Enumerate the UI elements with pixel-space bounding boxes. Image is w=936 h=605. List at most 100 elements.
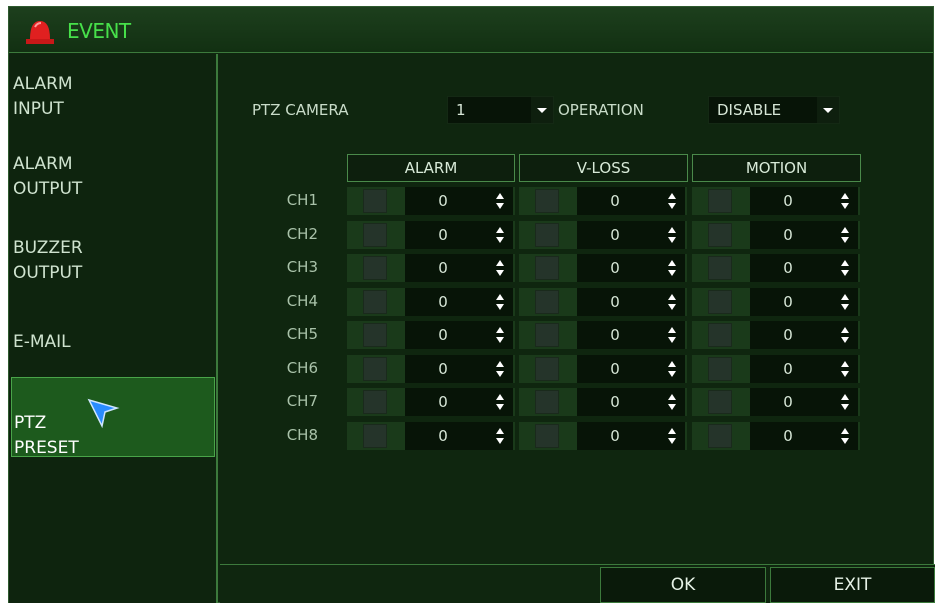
vloss-preset-stepper[interactable]: 0 [577,321,685,349]
up-down-arrows-icon[interactable] [495,191,505,211]
operation-dropdown[interactable]: DISABLE [708,96,840,124]
preset-value: 0 [783,225,793,244]
alarm-checkbox[interactable] [363,189,387,213]
vloss-preset-stepper[interactable]: 0 [577,220,685,249]
vloss-preset-stepper[interactable]: 0 [577,187,685,215]
alarm-checkbox[interactable] [363,323,387,347]
vloss-checkbox[interactable] [535,423,559,448]
up-down-arrows-icon[interactable] [667,325,677,345]
up-down-arrows-icon[interactable] [667,225,677,245]
alarm-preset-stepper[interactable]: 0 [405,220,513,249]
motion-preset-stepper[interactable]: 0 [750,287,858,316]
motion-checkbox[interactable] [708,356,732,381]
exit-button[interactable]: EXIT [770,567,935,603]
preset-value: 0 [783,292,793,311]
vloss-checkbox[interactable] [535,289,559,314]
preset-value: 0 [438,326,448,344]
motion-checkbox[interactable] [708,256,732,280]
up-down-arrows-icon[interactable] [840,258,850,278]
alarm-checkbox[interactable] [363,390,387,414]
up-down-arrows-icon[interactable] [840,292,850,312]
vloss-checkbox[interactable] [535,390,559,414]
motion-checkbox[interactable] [708,289,732,314]
vloss-preset-stepper[interactable]: 0 [577,254,685,282]
motion-preset-stepper[interactable]: 0 [750,388,858,416]
sidebar-item-email[interactable]: E-MAIL [11,330,215,355]
alarm-checkbox[interactable] [363,356,387,381]
motion-preset-stepper[interactable]: 0 [750,321,858,349]
alarm-preset-stepper[interactable]: 0 [405,187,513,215]
motion-preset-stepper[interactable]: 0 [750,421,858,450]
up-down-arrows-icon[interactable] [840,392,850,412]
vloss-preset-stepper[interactable]: 0 [577,287,685,316]
alarm-preset-stepper[interactable]: 0 [405,421,513,450]
up-down-arrows-icon[interactable] [495,225,505,245]
preset-value: 0 [438,259,448,277]
sidebar-item-ptz-preset[interactable]: PTZ PRESET [11,377,215,458]
ptz-camera-dropdown[interactable]: 1 [447,96,554,124]
operation-value: DISABLE [717,101,782,119]
up-down-arrows-icon[interactable] [667,292,677,312]
motion-preset-stepper[interactable]: 0 [750,187,858,215]
sidebar-item-alarm-input[interactable]: ALARM INPUT [11,72,215,122]
up-down-arrows-icon[interactable] [667,191,677,211]
up-down-arrows-icon[interactable] [667,426,677,446]
up-down-arrows-icon[interactable] [667,392,677,412]
sidebar-item-buzzer-output[interactable]: BUZZER OUTPUT [11,236,215,286]
motion-checkbox[interactable] [708,390,732,414]
vloss-checkbox[interactable] [535,189,559,213]
up-down-arrows-icon[interactable] [667,258,677,278]
vloss-checkbox[interactable] [535,222,559,247]
alarm-preset-stepper[interactable]: 0 [405,354,513,383]
alarm-checkbox[interactable] [363,423,387,448]
motion-checkbox[interactable] [708,189,732,213]
motion-checkbox[interactable] [708,423,732,448]
preset-value: 0 [783,326,793,344]
motion-preset-stepper[interactable]: 0 [750,254,858,282]
vloss-preset-stepper[interactable]: 0 [577,354,685,383]
vloss-checkbox[interactable] [535,356,559,381]
bottom-bar: OK EXIT [220,564,935,603]
motion-preset-stepper[interactable]: 0 [750,354,858,383]
up-down-arrows-icon[interactable] [495,325,505,345]
vloss-preset-stepper[interactable]: 0 [577,388,685,416]
alarm-checkbox[interactable] [363,256,387,280]
up-down-arrows-icon[interactable] [495,258,505,278]
ok-button[interactable]: OK [600,567,766,603]
column-header-motion: MOTION [692,154,861,182]
alarm-checkbox[interactable] [363,289,387,314]
channel-label: CH1 [286,191,318,209]
vloss-preset-stepper[interactable]: 0 [577,421,685,450]
sidebar-item-alarm-output[interactable]: ALARM OUTPUT [11,152,215,202]
motion-preset-stepper[interactable]: 0 [750,220,858,249]
vloss-checkbox[interactable] [535,256,559,280]
up-down-arrows-icon[interactable] [840,426,850,446]
alarm-preset-stepper[interactable]: 0 [405,254,513,282]
up-down-arrows-icon[interactable] [495,426,505,446]
alarm-preset-stepper[interactable]: 0 [405,287,513,316]
preset-value: 0 [438,359,448,378]
motion-checkbox[interactable] [708,323,732,347]
preset-value: 0 [783,259,793,277]
up-down-arrows-icon[interactable] [840,359,850,379]
preset-value: 0 [610,326,620,344]
alarm-preset-stepper[interactable]: 0 [405,321,513,349]
up-down-arrows-icon[interactable] [840,225,850,245]
up-down-arrows-icon[interactable] [495,292,505,312]
up-down-arrows-icon[interactable] [495,392,505,412]
up-down-arrows-icon[interactable] [840,325,850,345]
channel-label: CH8 [286,425,318,444]
preset-value: 0 [610,292,620,311]
up-down-arrows-icon[interactable] [840,191,850,211]
vloss-checkbox[interactable] [535,323,559,347]
up-down-arrows-icon[interactable] [667,359,677,379]
preset-value: 0 [783,426,793,445]
motion-checkbox[interactable] [708,222,732,247]
up-down-arrows-icon[interactable] [495,359,505,379]
ptz-preset-panel: PTZ CAMERA 1 OPERATION DISABLE ALARM V-L… [220,54,935,603]
alarm-checkbox[interactable] [363,222,387,247]
title-bar: EVENT [9,7,933,53]
alarm-preset-stepper[interactable]: 0 [405,388,513,416]
preset-value: 0 [438,426,448,445]
channel-label: CH7 [286,392,318,410]
